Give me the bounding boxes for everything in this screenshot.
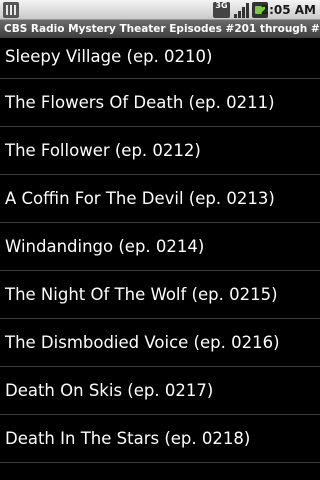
notification-icon[interactable]: [3, 2, 19, 18]
status-time: 2:05 AM: [260, 3, 316, 17]
status-bar: 3G 2:05 AM: [0, 0, 320, 20]
list-item[interactable]: The Follower (ep. 0212): [0, 127, 320, 175]
list-item[interactable]: A Coffin For The Devil (ep. 0213): [0, 175, 320, 223]
network-3g-icon: 3G: [213, 2, 230, 18]
episode-list[interactable]: Sleepy Village (ep. 0210) The Flowers Of…: [0, 38, 320, 480]
list-item[interactable]: The Night Of The Wolf (ep. 0215): [0, 271, 320, 319]
list-item[interactable]: Death In The Stars (ep. 0218): [0, 415, 320, 463]
list-item[interactable]: Windandingo (ep. 0214): [0, 223, 320, 271]
page-title: CBS Radio Mystery Theater Episodes #201 …: [4, 23, 320, 35]
title-bar: CBS Radio Mystery Theater Episodes #201 …: [0, 20, 320, 38]
screen: 3G 2:05 AM CBS Radio Mystery Theater Epi…: [0, 0, 320, 480]
list-item[interactable]: The Flowers Of Death (ep. 0211): [0, 79, 320, 127]
list-item[interactable]: The Dismbodied Voice (ep. 0216): [0, 319, 320, 367]
signal-strength-icon: [233, 2, 249, 18]
list-item[interactable]: Sleepy Village (ep. 0210): [0, 38, 320, 79]
network-label: 3G: [215, 1, 228, 10]
list-item[interactable]: Death On Skis (ep. 0217): [0, 367, 320, 415]
